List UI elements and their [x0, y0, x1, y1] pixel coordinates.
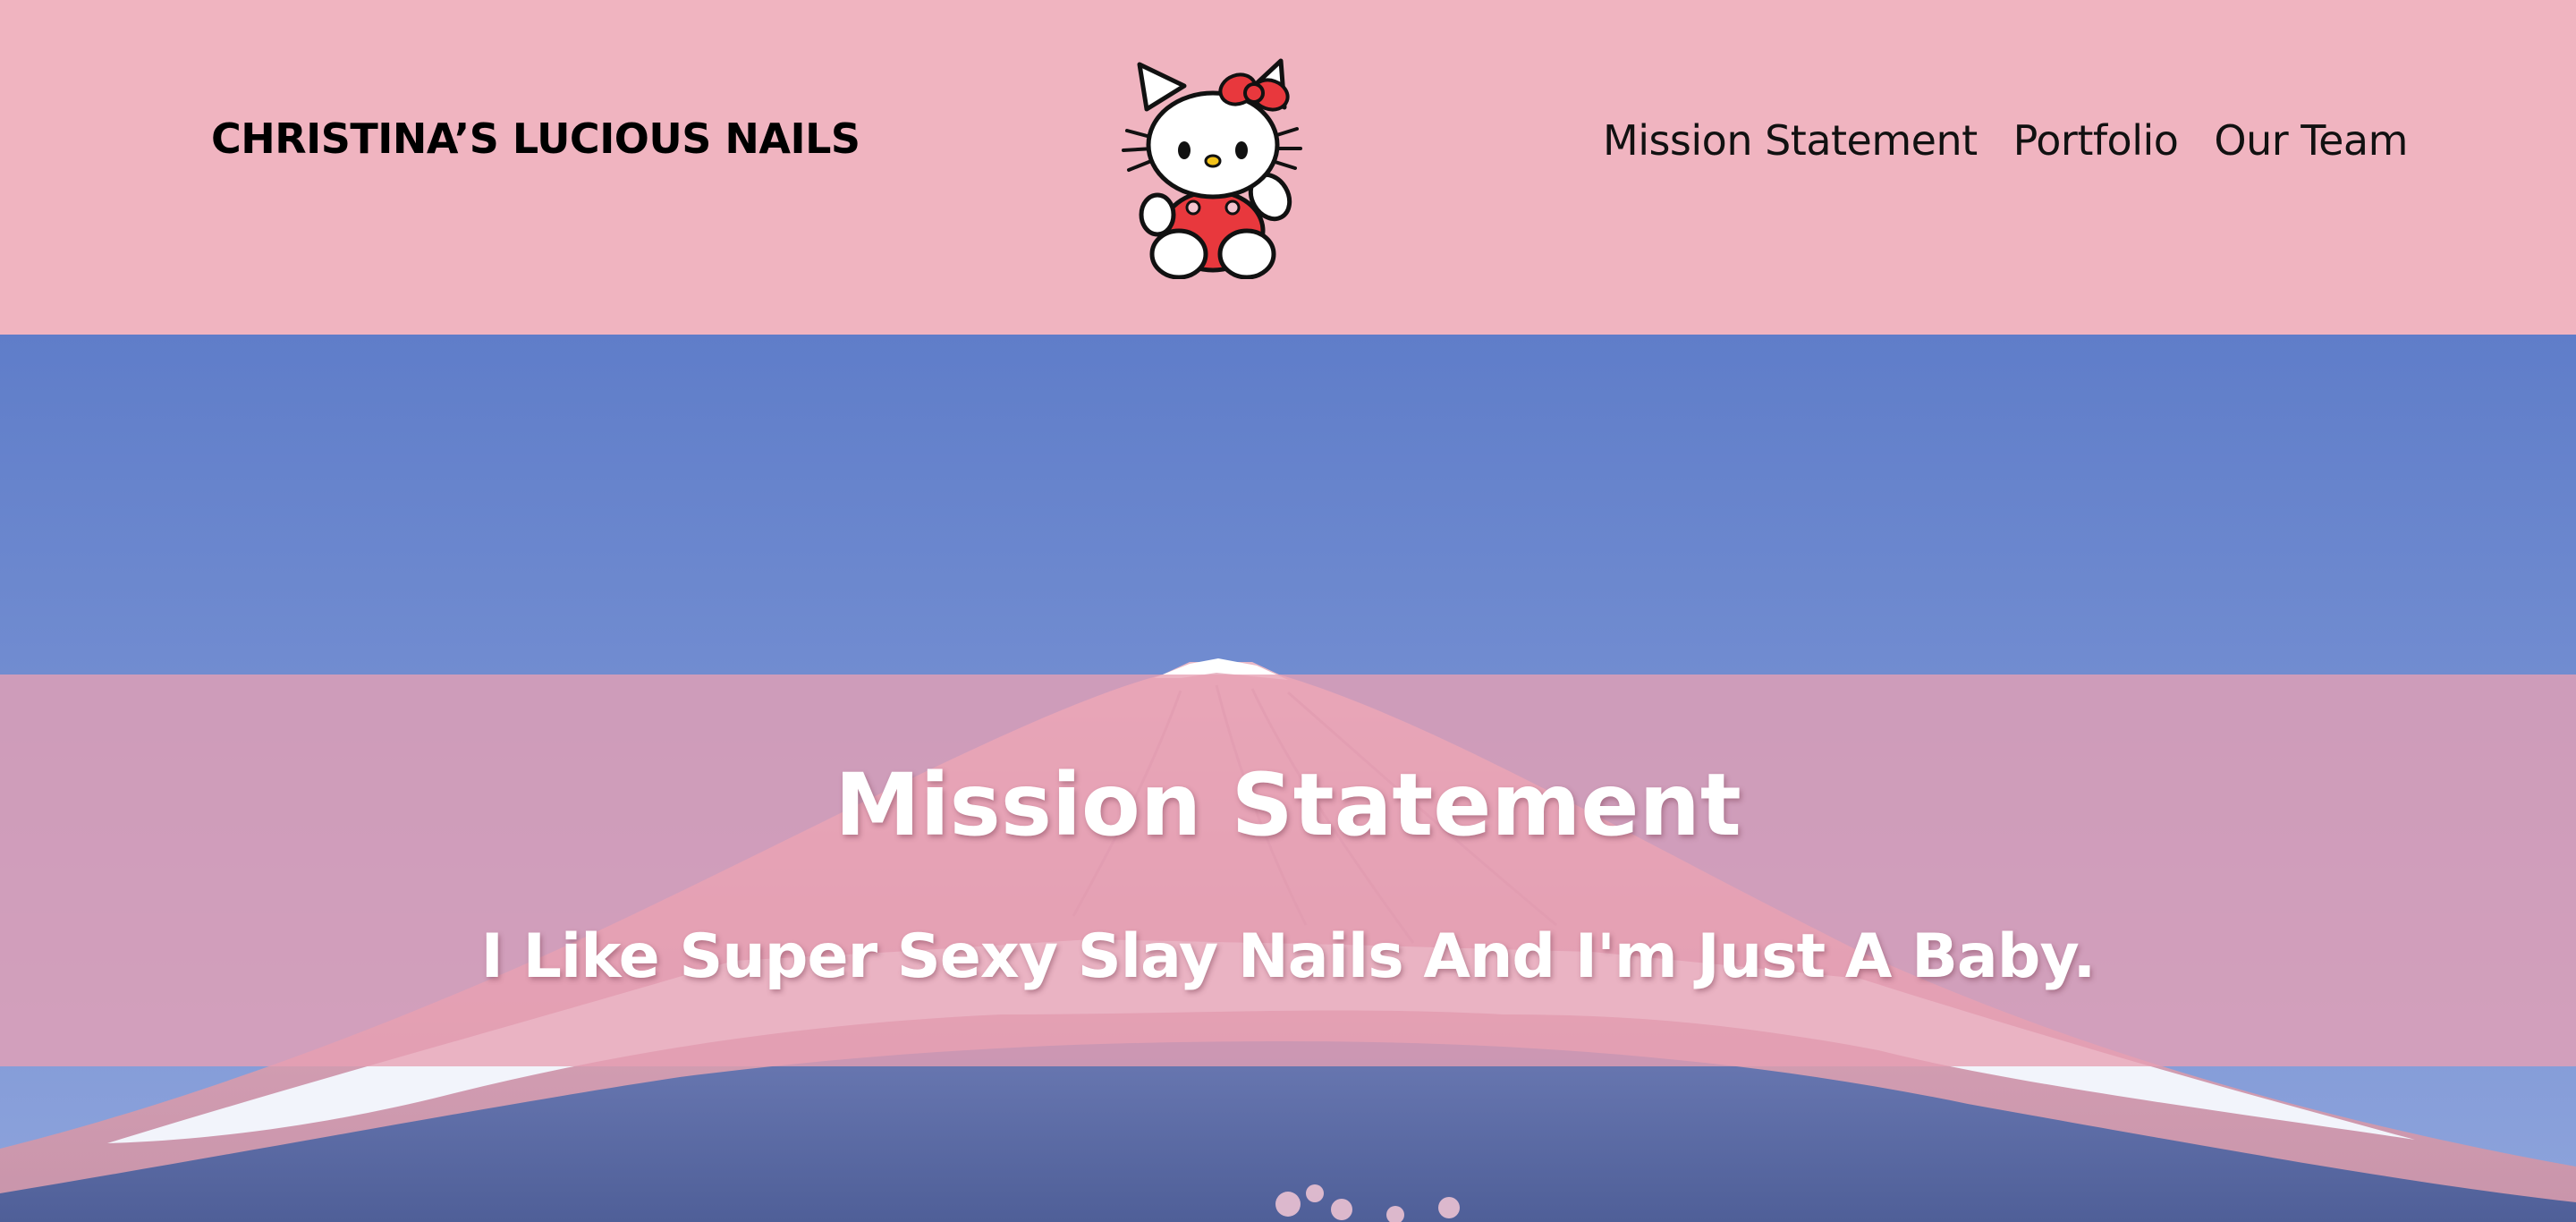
nav-item-mission-statement[interactable]: Mission Statement	[1603, 116, 1978, 165]
page: CHRISTINA’S LUCIOUS NAILS Mission Statem…	[0, 0, 2576, 1222]
hello-kitty-logo-icon[interactable]	[1120, 55, 1308, 280]
main-nav: Mission Statement Portfolio Our Team	[1603, 116, 2408, 165]
hero-title: Mission Statement	[835, 755, 1741, 855]
nav-item-our-team[interactable]: Our Team	[2214, 116, 2408, 165]
hero-overlay-band	[0, 675, 2576, 1066]
site-header: CHRISTINA’S LUCIOUS NAILS Mission Statem…	[0, 0, 2576, 335]
site-brand[interactable]: CHRISTINA’S LUCIOUS NAILS	[211, 115, 860, 163]
hello-kitty-logo-graphic	[1122, 58, 1302, 280]
hero-section: Mission Statement I Like Super Sexy Slay…	[0, 335, 2576, 1222]
nav-item-portfolio[interactable]: Portfolio	[2013, 116, 2179, 165]
hero-subtitle: I Like Super Sexy Slay Nails And I'm Jus…	[480, 921, 2097, 992]
